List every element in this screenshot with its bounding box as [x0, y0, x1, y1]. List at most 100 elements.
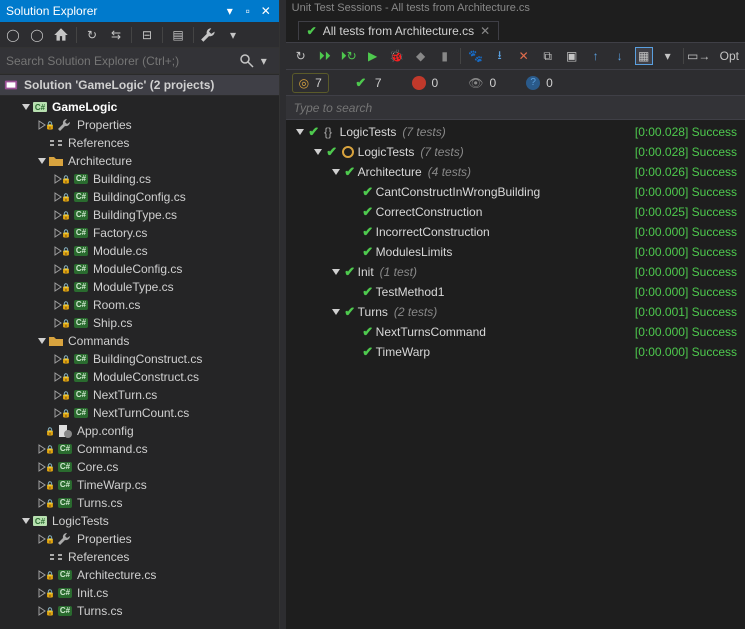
tree-node[interactable]: 🔒C#ModuleConstruct.cs [0, 368, 279, 386]
toolbar-more-icon[interactable]: ▾ [224, 26, 242, 44]
test-search-input[interactable] [294, 101, 737, 115]
debug-icon[interactable]: 🐞 [388, 47, 406, 65]
tree-node[interactable]: 🔒C#Command.cs [0, 440, 279, 458]
show-all-icon[interactable]: ▤ [169, 26, 187, 44]
close-icon[interactable]: ✕ [259, 4, 273, 18]
expand-icon[interactable] [36, 155, 48, 167]
test-results-tree[interactable]: ✔{}LogicTests(7 tests)[0:00.028] Success… [286, 120, 745, 629]
run-failed-icon[interactable]: ⏵↻ [340, 47, 358, 65]
tree-node[interactable]: C#LogicTests [0, 512, 279, 530]
track-icon[interactable]: 🐾 [467, 47, 485, 65]
tree-node[interactable]: 🔒C#Architecture.cs [0, 566, 279, 584]
test-row[interactable]: ✔TimeWarp[0:00.000] Success [286, 342, 745, 362]
tree-node[interactable]: References [0, 134, 279, 152]
test-row[interactable]: ✔IncorrectConstruction[0:00.000] Success [286, 222, 745, 242]
test-row[interactable]: ✔CorrectConstruction[0:00.025] Success [286, 202, 745, 222]
tree-node[interactable]: 🔒C#BuildingConfig.cs [0, 188, 279, 206]
expand-icon[interactable] [20, 101, 32, 113]
expand-icon[interactable] [330, 166, 342, 178]
tree-node[interactable]: 🔒C#Ship.cs [0, 314, 279, 332]
expand-icon[interactable] [312, 146, 324, 158]
export-icon[interactable]: ⭳ [491, 47, 509, 65]
solution-explorer-search[interactable]: ▾ [0, 48, 279, 74]
lock-session-icon[interactable]: ▣ [563, 47, 581, 65]
group-dropdown-icon[interactable]: ▾ [659, 47, 677, 65]
count-broken[interactable]: ◎ 7 [292, 73, 329, 93]
pin-icon[interactable]: ▫ [241, 4, 255, 18]
stop-icon[interactable]: ▮ [436, 47, 454, 65]
expand-down-icon[interactable]: ↓ [611, 47, 629, 65]
nav-back-icon[interactable]: ◯ [4, 26, 22, 44]
search-icon[interactable] [239, 53, 255, 69]
group-by-icon[interactable]: ▦ [635, 47, 653, 65]
sync-icon[interactable]: ⇆ [107, 26, 125, 44]
solution-root-row[interactable]: Solution 'GameLogic' (2 projects) [0, 74, 279, 96]
tree-node[interactable]: 🔒C#ModuleConfig.cs [0, 260, 279, 278]
run-all-icon[interactable]: ⏵⏵ [316, 47, 334, 65]
test-row[interactable]: ✔LogicTests(7 tests)[0:00.028] Success [286, 142, 745, 162]
options-label[interactable]: Opt [720, 49, 739, 63]
tree-node[interactable]: 🔒Properties [0, 530, 279, 548]
check-icon: ✔ [360, 344, 376, 360]
rerun-icon[interactable]: ↻ [292, 47, 310, 65]
test-row[interactable]: ✔Init(1 test)[0:00.000] Success [286, 262, 745, 282]
tree-node[interactable]: 🔒C#BuildingType.cs [0, 206, 279, 224]
test-row[interactable]: ✔TestMethod1[0:00.000] Success [286, 282, 745, 302]
run-icon[interactable]: ▶ [364, 47, 382, 65]
expand-icon[interactable] [330, 306, 342, 318]
nav-forward-icon[interactable]: ◯ [28, 26, 46, 44]
tree-node[interactable]: 🔒C#Module.cs [0, 242, 279, 260]
tree-node[interactable]: 🔒C#ModuleType.cs [0, 278, 279, 296]
count-passed[interactable]: ✔ 7 [347, 73, 388, 93]
tree-node[interactable]: Commands [0, 332, 279, 350]
tree-node[interactable]: 🔒C#Core.cs [0, 458, 279, 476]
test-row[interactable]: ✔{}LogicTests(7 tests)[0:00.028] Success [286, 122, 745, 142]
tree-node[interactable]: 🔒App.config [0, 422, 279, 440]
close-tab-icon[interactable]: ✕ [480, 24, 490, 38]
expand-icon[interactable] [20, 515, 32, 527]
tree-node[interactable]: 🔒C#Building.cs [0, 170, 279, 188]
test-row[interactable]: ✔Architecture(4 tests)[0:00.026] Success [286, 162, 745, 182]
test-session-tab[interactable]: ✔ All tests from Architecture.cs ✕ [298, 21, 500, 40]
tree-node[interactable]: 🔒Properties [0, 116, 279, 134]
test-row[interactable]: ✔Turns(2 tests)[0:00.001] Success [286, 302, 745, 322]
solution-tree[interactable]: C#GameLogic🔒PropertiesReferencesArchitec… [0, 96, 279, 629]
expand-icon[interactable] [294, 126, 306, 138]
tree-node[interactable]: 🔒C#NextTurnCount.cs [0, 404, 279, 422]
expand-icon[interactable] [36, 335, 48, 347]
count-ignored[interactable]: 👁 0 [462, 74, 502, 92]
search-input[interactable] [6, 54, 239, 68]
count-failed[interactable]: 0 [406, 74, 445, 92]
tree-node[interactable]: C#GameLogic [0, 98, 279, 116]
tree-node[interactable]: 🔒C#NextTurn.cs [0, 386, 279, 404]
tree-node[interactable]: 🔒C#Turns.cs [0, 602, 279, 620]
search-dropdown-icon[interactable]: ▾ [255, 52, 273, 70]
coverage-icon[interactable]: ◆ [412, 47, 430, 65]
tree-node[interactable]: 🔒C#Turns.cs [0, 494, 279, 512]
expand-icon[interactable] [330, 266, 342, 278]
home-icon[interactable] [52, 26, 70, 44]
tree-node[interactable]: 🔒C#BuildingConstruct.cs [0, 350, 279, 368]
lock-icon: 🔒 [61, 193, 71, 202]
new-session-icon[interactable]: ⧉ [539, 47, 557, 65]
collapse-up-icon[interactable]: ↑ [587, 47, 605, 65]
tree-node[interactable]: Architecture [0, 152, 279, 170]
refresh-icon[interactable]: ↻ [83, 26, 101, 44]
tree-node[interactable]: 🔒C#Init.cs [0, 584, 279, 602]
remove-icon[interactable]: ✕ [515, 47, 533, 65]
tree-node[interactable]: 🔒C#TimeWarp.cs [0, 476, 279, 494]
count-unknown[interactable]: ? 0 [520, 74, 559, 92]
tree-node[interactable]: References [0, 548, 279, 566]
test-row[interactable]: ✔CantConstructInWrongBuilding[0:00.000] … [286, 182, 745, 202]
tree-node[interactable]: 🔒C#Factory.cs [0, 224, 279, 242]
dropdown-icon[interactable]: ▾ [223, 4, 237, 18]
test-row[interactable]: ✔NextTurnsCommand[0:00.000] Success [286, 322, 745, 342]
test-results-search[interactable] [286, 96, 745, 120]
tree-node[interactable]: 🔒C#Room.cs [0, 296, 279, 314]
toolbar-separator [76, 27, 77, 43]
show-output-icon[interactable]: ▭→ [690, 47, 708, 65]
properties-icon[interactable] [200, 26, 218, 44]
refs-icon [48, 549, 64, 565]
test-row[interactable]: ✔ModulesLimits[0:00.000] Success [286, 242, 745, 262]
collapse-icon[interactable]: ⊟ [138, 26, 156, 44]
